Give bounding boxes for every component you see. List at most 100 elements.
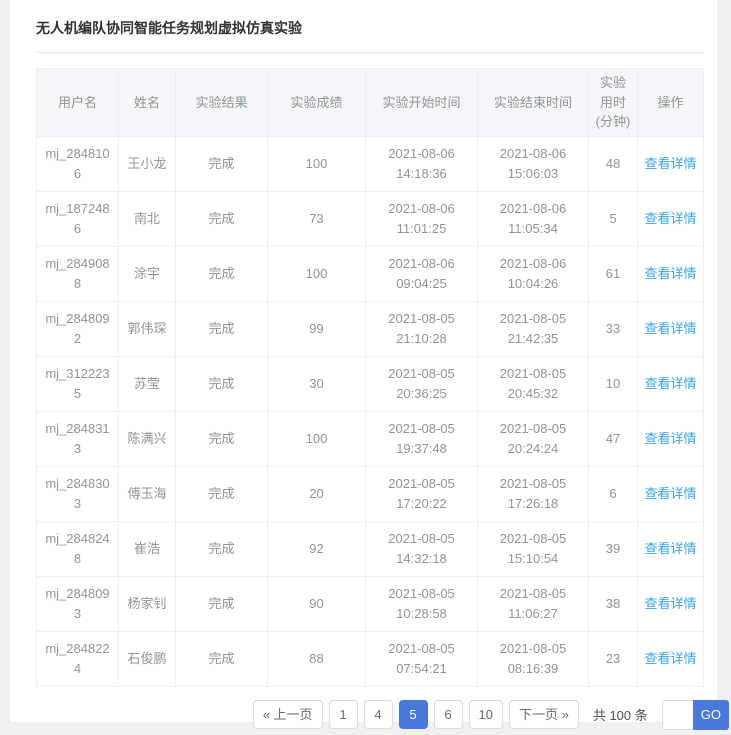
cell-action: 查看详情 [638, 631, 704, 686]
cell-action: 查看详情 [638, 301, 704, 356]
cell-start-time: 2021-08-05 17:20:22 [366, 466, 478, 521]
table-body: mj_2848106王小龙完成1002021-08-06 14:18:36202… [37, 136, 704, 686]
cell-action: 查看详情 [638, 191, 704, 246]
view-details-link[interactable]: 查看详情 [644, 541, 696, 556]
cell-duration: 38 [589, 576, 638, 631]
cell-start-time: 2021-08-05 10:28:58 [366, 576, 478, 631]
cell-result: 完成 [176, 521, 268, 576]
cell-name: 傅玉海 [119, 466, 176, 521]
cell-result: 完成 [176, 411, 268, 466]
table-row: mj_3122235苏莹完成302021-08-05 20:36:252021-… [37, 356, 704, 411]
view-details-link[interactable]: 查看详情 [644, 651, 696, 666]
table-row: mj_2848106王小龙完成1002021-08-06 14:18:36202… [37, 136, 704, 191]
cell-result: 完成 [176, 466, 268, 521]
cell-start-time: 2021-08-05 20:36:25 [366, 356, 478, 411]
cell-duration: 39 [589, 521, 638, 576]
cell-duration: 47 [589, 411, 638, 466]
cell-duration: 5 [589, 191, 638, 246]
prev-page-button[interactable]: « 上一页 [253, 700, 323, 729]
cell-name: 涂宇 [119, 246, 176, 301]
cell-end-time: 2021-08-05 20:45:32 [478, 356, 589, 411]
cell-start-time: 2021-08-06 09:04:25 [366, 246, 478, 301]
goto-page-input[interactable] [662, 700, 693, 730]
cell-score: 30 [268, 356, 366, 411]
total-count: 共 100 条 [593, 705, 648, 724]
view-details-link[interactable]: 查看详情 [644, 211, 696, 226]
cell-score: 88 [268, 631, 366, 686]
cell-start-time: 2021-08-06 11:01:25 [366, 191, 478, 246]
cell-score: 20 [268, 466, 366, 521]
col-header-username: 用户名 [37, 69, 119, 137]
cell-action: 查看详情 [638, 411, 704, 466]
cell-end-time: 2021-08-05 11:06:27 [478, 576, 589, 631]
cell-start-time: 2021-08-05 19:37:48 [366, 411, 478, 466]
cell-result: 完成 [176, 576, 268, 631]
next-page-button[interactable]: 下一页 » [509, 700, 579, 729]
cell-username: mj_3122235 [37, 356, 119, 411]
content-card: 无人机编队协同智能任务规划虚拟仿真实验 用户名 姓名 实验结果 实验成绩 实验开… [10, 0, 717, 722]
cell-username: mj_2848248 [37, 521, 119, 576]
cell-username: mj_2848092 [37, 301, 119, 356]
cell-name: 南北 [119, 191, 176, 246]
cell-start-time: 2021-08-05 21:10:28 [366, 301, 478, 356]
cell-name: 郭伟琛 [119, 301, 176, 356]
view-details-link[interactable]: 查看详情 [644, 376, 696, 391]
view-details-link[interactable]: 查看详情 [644, 266, 696, 281]
page-button[interactable]: 4 [364, 700, 393, 729]
cell-duration: 61 [589, 246, 638, 301]
page-title: 无人机编队协同智能任务规划虚拟仿真实验 [36, 18, 703, 52]
page-button[interactable]: 1 [329, 700, 358, 729]
page-button[interactable]: 6 [434, 700, 463, 729]
cell-score: 100 [268, 246, 366, 301]
cell-score: 100 [268, 136, 366, 191]
cell-action: 查看详情 [638, 136, 704, 191]
table-row: mj_2848224石俊鹏完成882021-08-05 07:54:212021… [37, 631, 704, 686]
col-header-name: 姓名 [119, 69, 176, 137]
view-details-link[interactable]: 查看详情 [644, 486, 696, 501]
table-row: mj_2848313陈满兴完成1002021-08-05 19:37:48202… [37, 411, 704, 466]
pagination: « 上一页 145610 下一页 » 共 100 条 GO [36, 700, 729, 730]
cell-duration: 48 [589, 136, 638, 191]
cell-action: 查看详情 [638, 521, 704, 576]
cell-name: 崔浩 [119, 521, 176, 576]
cell-duration: 10 [589, 356, 638, 411]
cell-duration: 33 [589, 301, 638, 356]
cell-start-time: 2021-08-05 07:54:21 [366, 631, 478, 686]
cell-name: 苏莹 [119, 356, 176, 411]
view-details-link[interactable]: 查看详情 [644, 431, 696, 446]
table-row: mj_2848303傅玉海完成202021-08-05 17:20:222021… [37, 466, 704, 521]
page-button-current[interactable]: 5 [399, 700, 428, 729]
cell-end-time: 2021-08-05 17:26:18 [478, 466, 589, 521]
go-button[interactable]: GO [693, 700, 729, 730]
cell-action: 查看详情 [638, 466, 704, 521]
cell-username: mj_2848093 [37, 576, 119, 631]
view-details-link[interactable]: 查看详情 [644, 596, 696, 611]
view-details-link[interactable]: 查看详情 [644, 156, 696, 171]
table-row: mj_2848092郭伟琛完成992021-08-05 21:10:282021… [37, 301, 704, 356]
table-row: mj_1872486南北完成732021-08-06 11:01:252021-… [37, 191, 704, 246]
cell-end-time: 2021-08-05 20:24:24 [478, 411, 589, 466]
cell-username: mj_2848313 [37, 411, 119, 466]
col-header-duration: 实验用时(分钟) [589, 69, 638, 137]
col-header-result: 实验结果 [176, 69, 268, 137]
page-number-buttons: 145610 [323, 700, 503, 729]
cell-score: 100 [268, 411, 366, 466]
cell-start-time: 2021-08-05 14:32:18 [366, 521, 478, 576]
cell-name: 石俊鹏 [119, 631, 176, 686]
cell-username: mj_2848303 [37, 466, 119, 521]
col-header-end-time: 实验结束时间 [478, 69, 589, 137]
cell-result: 完成 [176, 136, 268, 191]
view-details-link[interactable]: 查看详情 [644, 321, 696, 336]
table-row: mj_2848093杨家钊完成902021-08-05 10:28:582021… [37, 576, 704, 631]
page-button[interactable]: 10 [469, 700, 503, 729]
cell-name: 陈满兴 [119, 411, 176, 466]
cell-score: 73 [268, 191, 366, 246]
cell-duration: 23 [589, 631, 638, 686]
cell-result: 完成 [176, 301, 268, 356]
cell-score: 90 [268, 576, 366, 631]
cell-result: 完成 [176, 631, 268, 686]
results-table: 用户名 姓名 实验结果 实验成绩 实验开始时间 实验结束时间 实验用时(分钟) … [36, 68, 704, 687]
cell-result: 完成 [176, 356, 268, 411]
cell-result: 完成 [176, 246, 268, 301]
goto-page-group: GO [662, 700, 729, 730]
